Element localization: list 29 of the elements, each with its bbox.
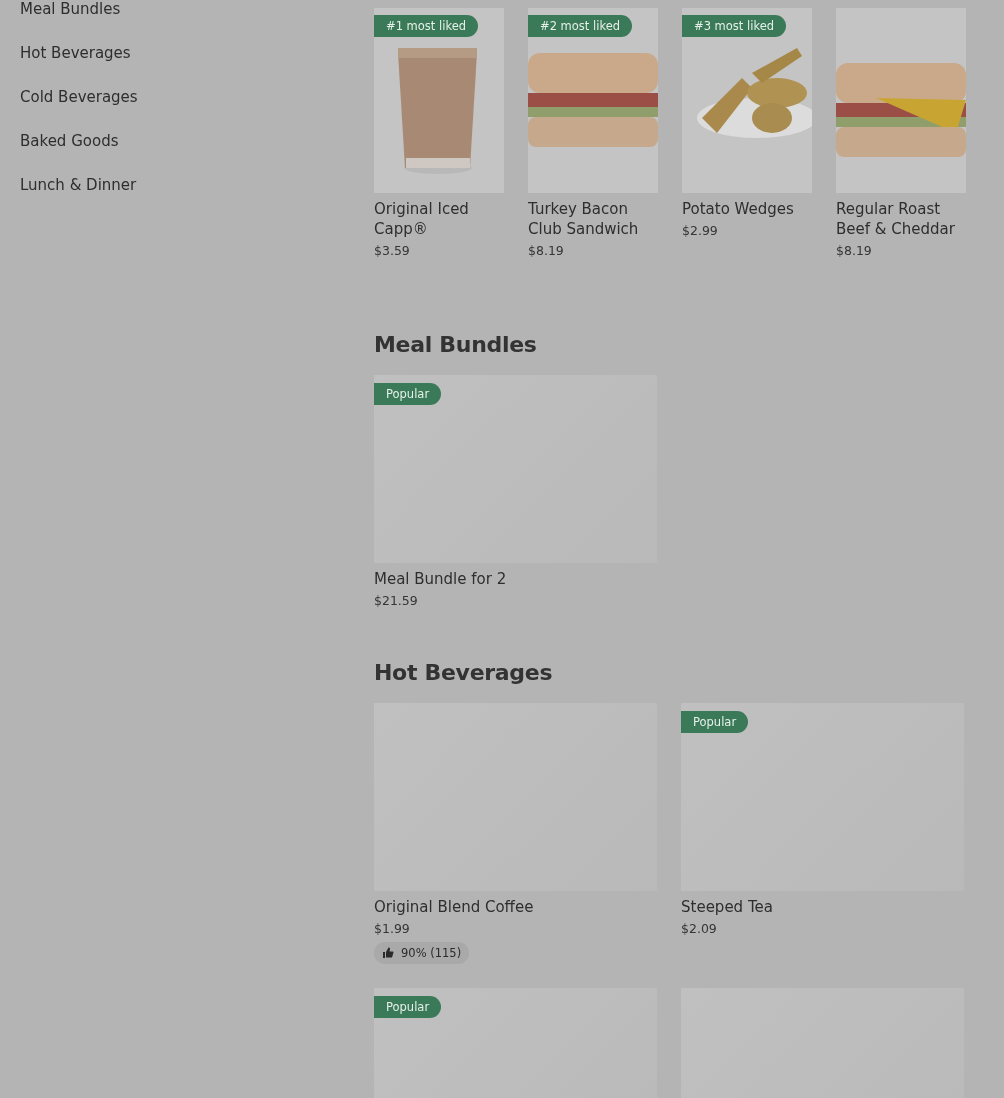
- item-name[interactable]: Potato Wedges: [682, 199, 812, 219]
- item-price: $21.59: [374, 593, 419, 608]
- badge: #2 most liked: [528, 15, 633, 37]
- category-link[interactable]: Baked Goods: [20, 132, 374, 151]
- section-heading: Meal Bundles: [374, 332, 538, 357]
- thumbs-up-icon: [382, 947, 394, 959]
- category-link[interactable]: Hot Beverages: [20, 44, 374, 63]
- item-price: $8.19: [528, 243, 565, 258]
- item-price: $8.19: [836, 243, 873, 258]
- item-price: $1.99: [374, 921, 411, 936]
- item-name[interactable]: Steeped Tea: [681, 897, 964, 917]
- category-link[interactable]: Cold Beverages: [20, 88, 374, 107]
- rating-badge: 90% (115): [374, 942, 470, 964]
- item-name[interactable]: Turkey Bacon Club Sandwich: [528, 199, 658, 239]
- badge: #1 most liked: [374, 15, 479, 37]
- item-name[interactable]: Original Iced Capp®: [374, 199, 504, 239]
- badge: Popular: [374, 996, 442, 1018]
- item-name[interactable]: Meal Bundle for 2: [374, 569, 657, 589]
- item-name[interactable]: Regular Roast Beef & Cheddar: [836, 199, 966, 239]
- badge: Popular: [681, 711, 749, 733]
- category-link[interactable]: Meal Bundles: [20, 0, 374, 19]
- section-heading: Hot Beverages: [374, 660, 554, 685]
- item-price: $3.59: [374, 243, 411, 258]
- item-price: $2.09: [681, 921, 718, 936]
- item-name[interactable]: Original Blend Coffee: [374, 897, 657, 917]
- badge: #3 most liked: [682, 15, 787, 37]
- badge: Popular: [374, 383, 442, 405]
- item-price: $2.99: [682, 223, 719, 238]
- category-link[interactable]: Lunch & Dinner: [20, 176, 374, 195]
